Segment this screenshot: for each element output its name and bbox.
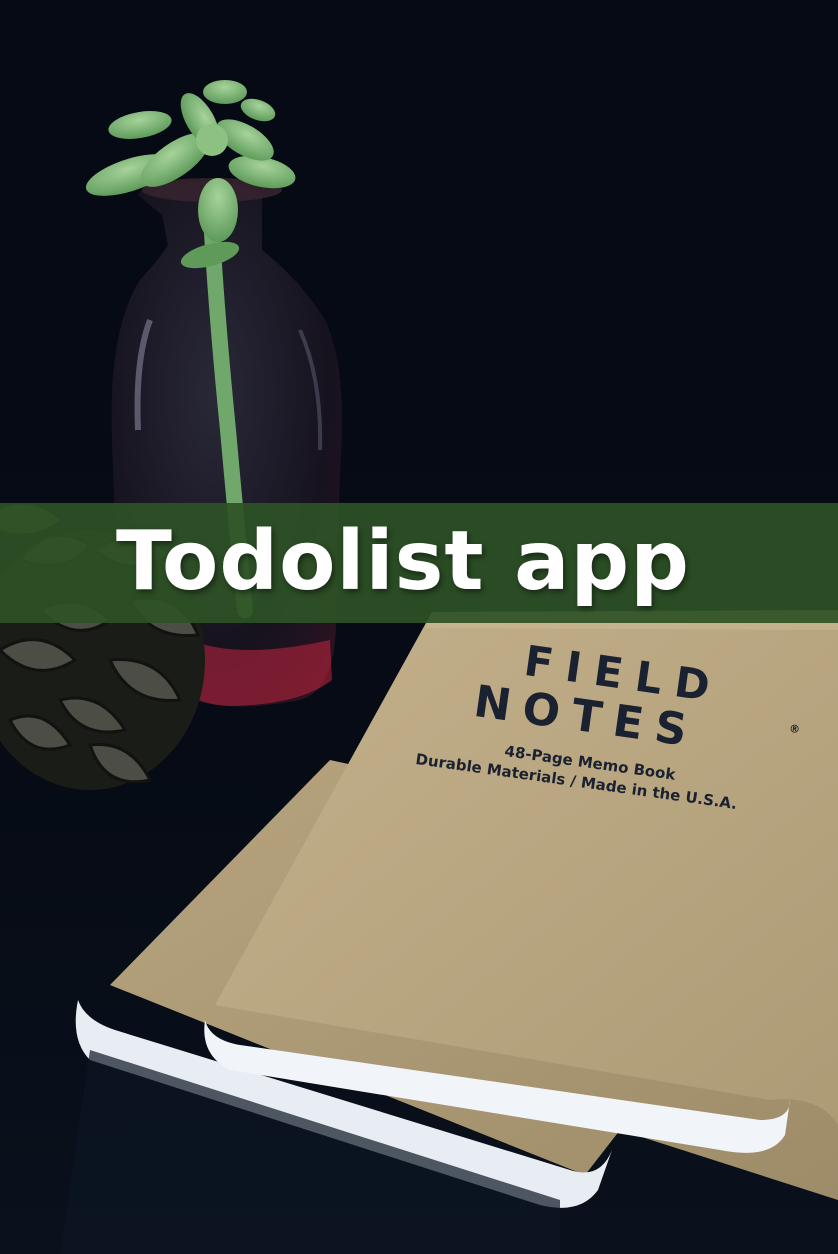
notebook-registered-mark: ® — [788, 722, 801, 737]
photo-scene: FIELD NOTES ® 48-Page Memo Book Durable … — [0, 0, 838, 1254]
photo-illustration — [0, 0, 838, 1254]
banner-title: Todolist app — [116, 514, 690, 609]
